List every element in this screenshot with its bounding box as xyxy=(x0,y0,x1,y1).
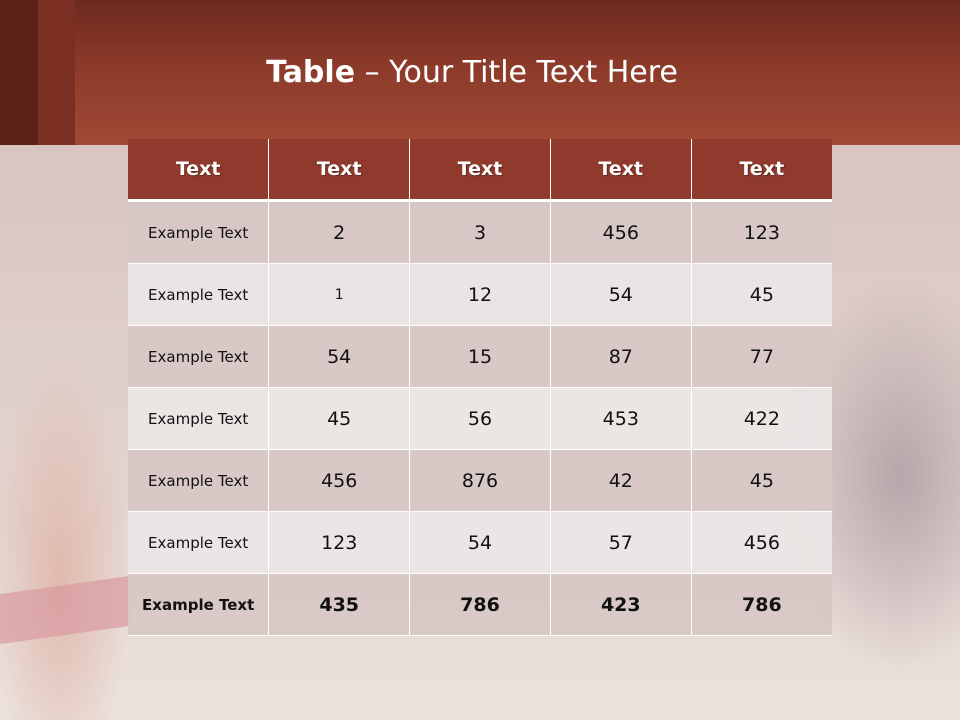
table-cell: 87 xyxy=(550,325,692,388)
slide-title-bold: Table xyxy=(266,55,356,90)
table-header-cell: Text xyxy=(268,139,411,202)
table-cell: 876 xyxy=(409,449,551,512)
table-cell: 45 xyxy=(691,263,832,326)
table-cell: 77 xyxy=(691,325,832,388)
table-total-row: Example Text 435 786 423 786 xyxy=(128,573,832,636)
slide-title-rest: – Your Title Text Here xyxy=(355,55,678,90)
table-cell: 786 xyxy=(691,573,832,636)
table-cell: 54 xyxy=(550,263,692,326)
data-table: Text Text Text Text Text Example Text 2 … xyxy=(128,139,832,636)
table-header-row: Text Text Text Text Text xyxy=(128,139,832,202)
table-header-cell: Text xyxy=(550,139,692,202)
table-row: Example Text 1 12 54 45 xyxy=(128,263,832,326)
table-row: Example Text 45 56 453 422 xyxy=(128,387,832,450)
table-cell: Example Text xyxy=(128,325,270,388)
table-cell: 453 xyxy=(550,387,692,450)
table-cell: 435 xyxy=(268,573,411,636)
table-cell: 12 xyxy=(409,263,551,326)
table-row: Example Text 456 876 42 45 xyxy=(128,449,832,512)
table-cell: Example Text xyxy=(128,511,270,574)
table-cell: Example Text xyxy=(128,387,270,450)
table-cell: 15 xyxy=(409,325,551,388)
table-cell: 422 xyxy=(691,387,832,450)
table-cell: 42 xyxy=(550,449,692,512)
table-cell: 123 xyxy=(691,200,832,264)
table-cell: 423 xyxy=(550,573,692,636)
table-cell: 456 xyxy=(691,511,832,574)
table-cell: 456 xyxy=(550,200,692,264)
table-cell: 123 xyxy=(268,511,411,574)
table-cell: 57 xyxy=(550,511,692,574)
table-cell: 1 xyxy=(268,263,411,326)
table-cell: 786 xyxy=(409,573,551,636)
table-cell: Example Text xyxy=(128,263,270,326)
slide-title: Table – Your Title Text Here xyxy=(0,55,944,90)
table-cell: 3 xyxy=(409,200,551,264)
table-row: Example Text 123 54 57 456 xyxy=(128,511,832,574)
table-cell: 56 xyxy=(409,387,551,450)
table-cell: 54 xyxy=(409,511,551,574)
table-cell: 456 xyxy=(268,449,411,512)
table-cell: 2 xyxy=(268,200,411,264)
table-cell: Example Text xyxy=(128,573,270,636)
table-cell: 45 xyxy=(691,449,832,512)
table-cell: 54 xyxy=(268,325,411,388)
table-header-cell: Text xyxy=(409,139,551,202)
table-header-cell: Text xyxy=(691,139,832,202)
table-row: Example Text 2 3 456 123 xyxy=(128,200,832,264)
table-cell: Example Text xyxy=(128,449,270,512)
table-cell: 45 xyxy=(268,387,411,450)
table-header-cell: Text xyxy=(128,139,270,202)
table-cell: Example Text xyxy=(128,200,270,264)
table-row: Example Text 54 15 87 77 xyxy=(128,325,832,388)
